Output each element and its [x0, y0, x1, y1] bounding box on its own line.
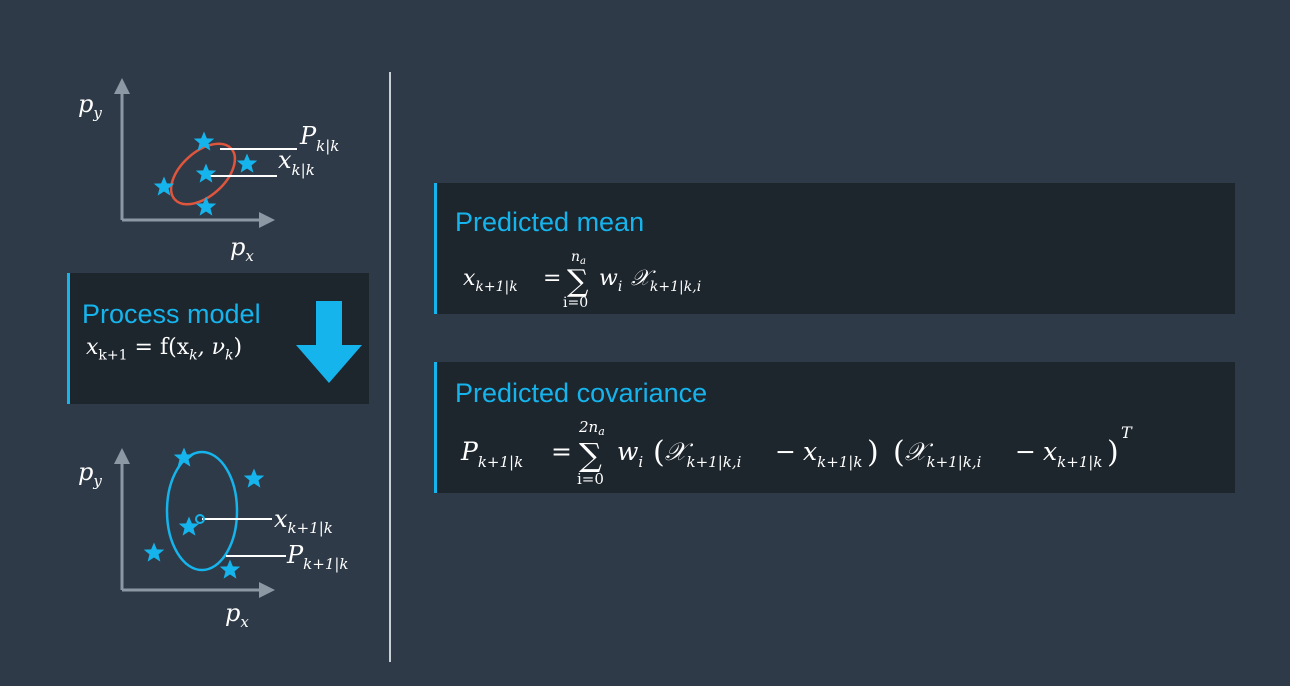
x-axis-label: px	[230, 233, 254, 265]
covariance-label: Pk+1|k	[286, 541, 349, 573]
svg-text:xk+1|k: xk+1|k	[463, 266, 518, 295]
star-icon	[143, 542, 165, 562]
svg-text:Pk+1|k: Pk+1|k	[460, 437, 523, 471]
predicted-mean-card: Predicted mean xk+1|k = na ∑ i=0 wi 𝒳k+1…	[434, 183, 1235, 314]
svg-text:): )	[1107, 435, 1119, 470]
svg-text:∑: ∑	[567, 264, 589, 299]
svg-text:wi: wi	[599, 266, 622, 295]
svg-text:xk+1|k: xk+1|k	[1043, 437, 1102, 471]
star-icon	[195, 163, 217, 183]
mean-label: xk|k	[278, 146, 315, 179]
star-icon	[243, 468, 265, 488]
svg-text:𝒳k+1|k,i: 𝒳k+1|k,i	[631, 266, 701, 295]
svg-text:2na: 2na	[578, 418, 605, 438]
svg-text:(: (	[893, 435, 905, 470]
x-axis-arrowhead	[259, 582, 275, 598]
covariance-label: Pk|k	[299, 122, 339, 155]
svg-text:𝒳k+1|k,i: 𝒳k+1|k,i	[905, 437, 982, 471]
bottom-state-plot: py px xk+1|k Pk+1|k	[78, 447, 349, 631]
top-state-plot: py px Pk|k xk|k	[78, 78, 339, 265]
svg-text:−: −	[1015, 437, 1036, 466]
y-axis-arrowhead	[114, 448, 130, 464]
x-axis-label: px	[225, 599, 249, 631]
column-divider	[389, 72, 391, 662]
svg-text:𝒳k+1|k,i: 𝒳k+1|k,i	[665, 437, 742, 471]
svg-text:xk+1|k: xk+1|k	[803, 437, 862, 471]
svg-text:): )	[867, 435, 879, 470]
y-axis-label: py	[78, 458, 102, 490]
star-icon	[195, 196, 217, 216]
predicted-mean-title: Predicted mean	[455, 207, 645, 237]
star-icon	[173, 447, 195, 467]
star-icon	[219, 559, 241, 579]
predicted-covariance-title: Predicted covariance	[455, 378, 708, 408]
y-axis-arrowhead	[114, 78, 130, 94]
x-axis-arrowhead	[259, 212, 275, 228]
process-model-title: Process model	[82, 299, 261, 329]
process-model-formula: xk+1 = f(xk, νk)	[86, 335, 243, 364]
y-axis-label: py	[78, 90, 102, 122]
mean-label: xk+1|k	[274, 505, 333, 537]
svg-text:i=0: i=0	[577, 470, 604, 488]
covariance-ellipse-after	[165, 450, 239, 572]
svg-text:=: =	[543, 266, 561, 291]
predicted-mean-formula: xk+1|k = na ∑ i=0 wi 𝒳k+1|k,i	[463, 249, 701, 311]
svg-text:i=0: i=0	[563, 295, 588, 311]
svg-text:=: =	[551, 437, 572, 466]
process-model-card: Process model xk+1 = f(xk, νk)	[67, 273, 369, 404]
arrow-down-icon	[296, 301, 362, 383]
svg-text:wi: wi	[617, 437, 643, 471]
predicted-covariance-formula: Pk+1|k = 2na ∑ i=0 wi ( 𝒳k+1|k,i − xk+1|…	[460, 418, 1133, 488]
svg-text:−: −	[775, 437, 796, 466]
svg-text:(: (	[653, 435, 665, 470]
svg-text:T: T	[1121, 423, 1133, 442]
star-icon	[236, 153, 258, 173]
svg-text:∑: ∑	[579, 436, 602, 474]
predicted-covariance-card: Predicted covariance Pk+1|k = 2na ∑ i=0 …	[434, 362, 1235, 493]
